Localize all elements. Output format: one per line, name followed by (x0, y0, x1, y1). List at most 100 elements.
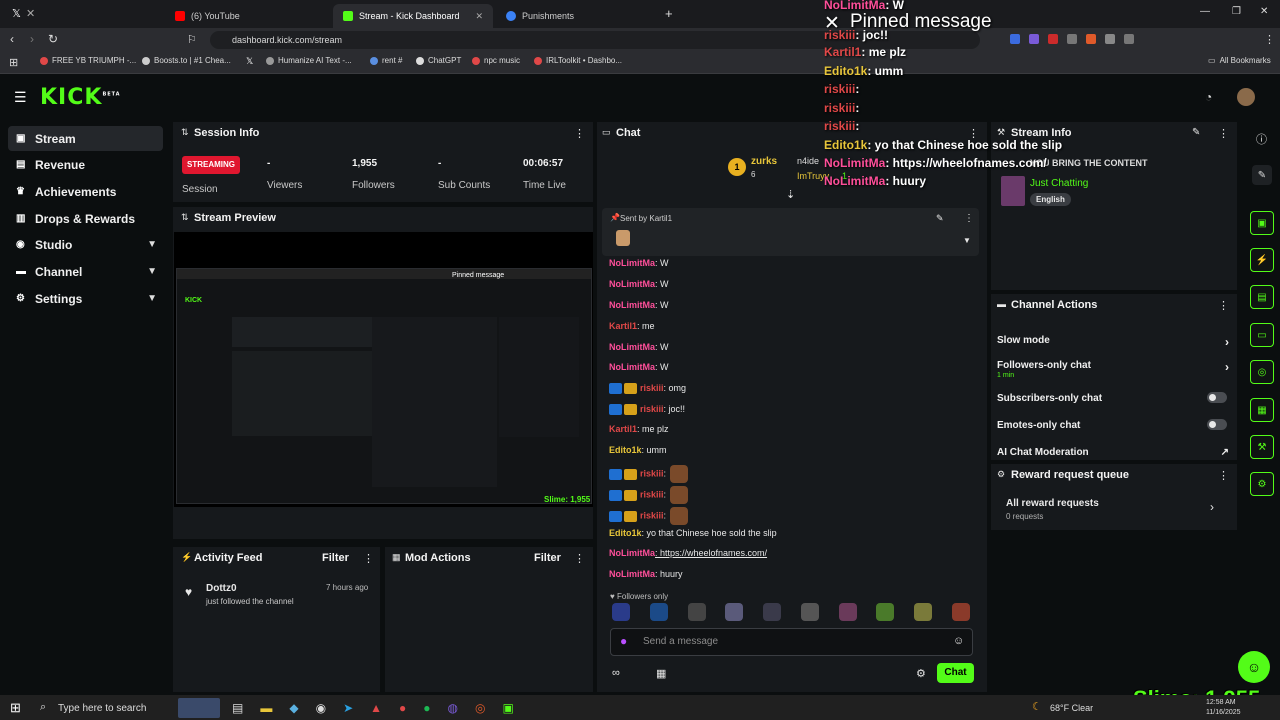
obs-icon[interactable]: ● (399, 701, 406, 715)
sidebar-item-settings[interactable]: ⚙ Settings ▼ (8, 286, 163, 311)
chat-username[interactable]: Kartil1 (609, 321, 637, 331)
rail-button-broadcast[interactable]: ◎ (1250, 360, 1274, 384)
sidebar-item-drops[interactable]: ▥ Drops & Rewards (8, 206, 163, 231)
chat-username[interactable]: Edito1k (609, 528, 642, 538)
send-chat-button[interactable]: Chat (937, 663, 974, 683)
emote[interactable] (763, 603, 782, 621)
steam-icon[interactable]: ◉ (316, 701, 326, 715)
chevron-right-icon[interactable]: › (1210, 500, 1214, 514)
clock-time[interactable]: 12:58 AM (1206, 699, 1236, 706)
tab-punishments[interactable]: Punishments (496, 4, 656, 28)
mod-filter-button[interactable]: Filter (534, 552, 561, 564)
apps-grid-icon[interactable]: ⊞ (9, 56, 18, 69)
chat-users-icon[interactable]: ∞ (612, 667, 620, 679)
taskbar-search[interactable]: Type here to search (58, 703, 146, 714)
pinned-menu-icon[interactable]: ⋮ (964, 213, 974, 224)
emotes-only-toggle[interactable] (1207, 419, 1227, 430)
chat-username[interactable]: riskiii (640, 489, 664, 499)
chat-username[interactable]: NoLimitMa (609, 279, 655, 289)
panel-menu-icon[interactable]: ⋮ (1218, 469, 1229, 482)
emote[interactable] (612, 603, 630, 621)
sidebar-item-channel[interactable]: ▬ Channel ▼ (8, 259, 163, 284)
sidebar-item-studio[interactable]: ◉ Studio ▼ (8, 232, 163, 257)
app-icon[interactable]: ◆ (289, 701, 298, 715)
emoji-icon[interactable]: ☺ (953, 635, 964, 647)
panel-menu-icon[interactable]: ⋮ (1218, 299, 1229, 312)
emote[interactable] (876, 603, 895, 621)
top-user-name[interactable]: zurks (751, 156, 777, 167)
store-icon[interactable]: ▦ (656, 667, 666, 680)
bookmark-item[interactable]: rent # (370, 56, 402, 65)
kick-app-icon[interactable]: ▣ (502, 701, 513, 715)
chrome-icon[interactable]: ◎ (475, 701, 485, 715)
chat-username[interactable]: riskiii (640, 510, 664, 520)
rail-button-preview[interactable]: ▣ (1250, 211, 1274, 235)
bookmark-item[interactable]: IRLToolkit • Dashbo... (534, 56, 622, 65)
bookmark-item[interactable]: npc music (472, 56, 520, 65)
emote[interactable] (687, 603, 706, 621)
window-close-icon[interactable]: ✕ (1260, 6, 1268, 17)
all-bookmarks[interactable]: ▭ All Bookmarks (1208, 56, 1271, 65)
sidebar-item-achievements[interactable]: ♛ Achievements (8, 179, 163, 204)
panel-menu-icon[interactable]: ⋮ (1218, 127, 1229, 140)
reload-icon[interactable]: ↻ (48, 32, 58, 46)
ai-moderation-row[interactable]: AI Chat Moderation ↗ (997, 447, 1229, 458)
weather-text[interactable]: 68°F Clear (1050, 703, 1093, 713)
info-circle-icon[interactable]: ⓘ (1256, 131, 1267, 147)
minimize-icon[interactable]: — (1200, 6, 1210, 17)
bookmark-item[interactable]: Boosts.to | #1 Chea... (142, 56, 231, 65)
windows-start-icon[interactable]: ⊞ (10, 700, 21, 716)
chat-username[interactable]: NoLimitMa (609, 569, 655, 579)
bookmark-item[interactable]: Humanize AI Text -... (266, 56, 352, 65)
chat-username[interactable]: riskiii (640, 383, 664, 393)
close-icon[interactable]: ✕ (26, 7, 35, 20)
chat-username[interactable]: Edito1k (609, 445, 642, 455)
activity-user[interactable]: Dottz0 (206, 583, 237, 594)
bookmark-item[interactable]: FREE YB TRIUMPH -... (40, 56, 136, 65)
sidebar-item-revenue[interactable]: ▤ Revenue (8, 152, 163, 177)
edit-icon[interactable]: ✎ (1252, 165, 1272, 185)
app-icon[interactable]: ▲ (370, 701, 382, 715)
rail-button-tools[interactable]: ⚒ (1250, 435, 1274, 459)
slow-mode-row[interactable]: Slow mode › (997, 335, 1229, 349)
forward-icon[interactable]: › (30, 32, 34, 46)
chat-username[interactable]: Kartil1 (609, 424, 637, 434)
panel-menu-icon[interactable]: ⋮ (363, 552, 374, 565)
discord-icon[interactable]: ◍ (448, 701, 458, 715)
scroll-down-icon[interactable]: ⇣ (786, 188, 795, 201)
chat-username[interactable]: NoLimitMa (609, 362, 655, 372)
chat-username[interactable]: NoLimitMa (609, 258, 655, 268)
kick-logo[interactable]: KICKBETA (40, 85, 121, 110)
emote[interactable] (725, 603, 744, 621)
chat-username[interactable]: NoLimitMa (609, 300, 655, 310)
bookmark-icon[interactable]: ⚐ (187, 33, 197, 46)
tab-youtube[interactable]: (6) YouTube (165, 4, 330, 28)
avatar[interactable] (1237, 88, 1255, 106)
subscribers-only-toggle[interactable] (1207, 392, 1227, 403)
emote[interactable] (914, 603, 933, 621)
task-view-icon[interactable]: ▤ (232, 701, 243, 715)
tab-kick-dashboard[interactable]: Stream - Kick Dashboard ✕ (333, 4, 493, 28)
telegram-icon[interactable]: ➤ (343, 701, 353, 715)
rail-button-notes[interactable]: ▤ (1250, 285, 1274, 309)
rail-button-rewards[interactable]: ⚙ (1250, 472, 1274, 496)
emote[interactable] (800, 603, 819, 621)
rail-button-chat[interactable]: ▭ (1250, 323, 1274, 347)
file-explorer-icon[interactable]: ▬ (260, 701, 272, 715)
x-logo-icon[interactable]: 𝕏 (12, 7, 21, 20)
chat-username[interactable]: riskiii (640, 404, 664, 414)
chat-username[interactable]: NoLimitMa (609, 548, 655, 558)
chevron-down-icon[interactable]: ▼ (963, 236, 971, 245)
followers-only-row[interactable]: Followers-only chat › (997, 360, 1229, 374)
emote[interactable] (951, 603, 970, 621)
menu-dots-icon[interactable]: ⋮ (1264, 33, 1275, 46)
unpin-icon[interactable]: ✎ (936, 213, 944, 224)
hamburger-menu-icon[interactable]: ☰ (14, 89, 27, 106)
chat-settings-icon[interactable]: ⚙ (916, 667, 926, 680)
panel-menu-icon[interactable]: ⋮ (574, 552, 585, 565)
tab-close-icon[interactable]: ✕ (475, 11, 483, 22)
rail-button-bolt[interactable]: ⚡ (1250, 248, 1274, 272)
rail-button-mod[interactable]: ▦ (1250, 398, 1274, 422)
panel-menu-icon[interactable]: ⋮ (574, 127, 585, 140)
chat-username[interactable]: riskiii (640, 468, 664, 478)
